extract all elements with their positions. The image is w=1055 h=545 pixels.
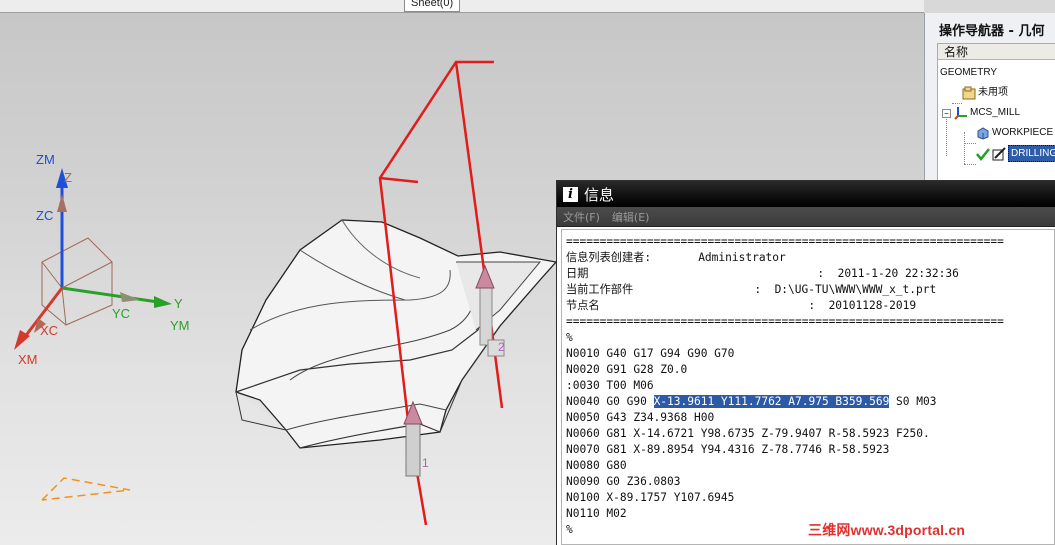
tree-connector bbox=[964, 164, 976, 165]
info-part-line: 当前工作部件 : D:\UG-TU\WWW\WWW_x_t.prt bbox=[566, 283, 937, 296]
point-label-2: 2 bbox=[498, 340, 505, 354]
info-icon: i bbox=[563, 186, 578, 202]
tree-item-geometry[interactable]: GEOMETRY bbox=[940, 64, 997, 82]
workpiece-icon bbox=[976, 126, 990, 140]
tree-item-label: DRILLING bbox=[1008, 145, 1055, 162]
nc-line-prefix: N0040 G0 G90 bbox=[566, 395, 654, 408]
nc-line: N0010 G40 G17 G94 G90 G70 bbox=[566, 347, 735, 360]
z-axis-cone bbox=[57, 194, 67, 212]
nc-line: :0030 T00 M06 bbox=[566, 379, 654, 392]
info-window-titlebar[interactable]: i 信息 bbox=[557, 181, 1055, 207]
separator-line: ========================================… bbox=[566, 235, 1004, 248]
y-axis bbox=[61, 286, 172, 308]
part-model bbox=[235, 219, 558, 449]
nc-line: % bbox=[566, 331, 573, 344]
nc-line-highlighted: N0040 G0 G90 X-13.9611 Y111.7762 A7.975 … bbox=[566, 394, 1054, 410]
yc-label: YC bbox=[112, 306, 131, 321]
tree-item-drilling[interactable]: DRILLING bbox=[976, 145, 1055, 163]
menu-edit[interactable]: 编辑(E) bbox=[612, 209, 650, 225]
xc-label: XC bbox=[40, 323, 59, 338]
info-window[interactable]: i 信息 文件(F) 编辑(E) =======================… bbox=[556, 180, 1055, 545]
wcs-box bbox=[41, 237, 113, 326]
dashed-triangle bbox=[41, 477, 131, 501]
menu-file[interactable]: 文件(F) bbox=[563, 209, 600, 225]
tree-item-label: GEOMETRY bbox=[940, 67, 998, 78]
nc-line: N0090 G0 Z36.0803 bbox=[566, 475, 681, 488]
tree-item-workpiece[interactable]: WORKPIECE bbox=[976, 124, 1053, 142]
nc-line: N0060 G81 X-14.6721 Y98.6735 Z-79.9407 R… bbox=[566, 427, 930, 440]
tree-item-mcs-mill[interactable]: MCS_MILL bbox=[954, 104, 1020, 122]
drilling-op-icon bbox=[992, 146, 1006, 161]
z-label: Z bbox=[64, 170, 72, 185]
nc-line: N0080 G80 bbox=[566, 459, 627, 472]
nc-line: N0050 G43 Z34.9368 H00 bbox=[566, 411, 715, 424]
y-label: Y bbox=[174, 296, 183, 311]
info-window-title: 信息 bbox=[584, 185, 615, 204]
y-axis-cone bbox=[120, 292, 140, 302]
zc-label: ZC bbox=[36, 208, 54, 223]
watermark: 三维网www.3dportal.cn bbox=[808, 522, 966, 538]
navigator-tree[interactable]: 名称 GEOMETRY 未用项 − MCS_MILL WORKPIECE DRI… bbox=[937, 43, 1055, 183]
tree-item-unused[interactable]: 未用项 bbox=[962, 84, 1008, 102]
tree-connector bbox=[964, 143, 976, 144]
tree-item-label: WORKPIECE bbox=[992, 127, 1054, 138]
info-text-area[interactable]: ========================================… bbox=[561, 229, 1055, 545]
info-date-line: 日期 : 2011-1-20 22:32:36 bbox=[566, 267, 959, 280]
nc-line: N0070 G81 X-89.8954 Y94.4316 Z-78.7746 R… bbox=[566, 443, 890, 456]
nc-line-suffix: S0 M03 bbox=[889, 395, 937, 408]
column-header-name[interactable]: 名称 bbox=[938, 44, 1055, 60]
xm-label: XM bbox=[18, 352, 38, 367]
tree-item-label: MCS_MILL bbox=[970, 107, 1021, 118]
nc-line: N0020 G91 G28 Z0.0 bbox=[566, 363, 688, 376]
ym-label: YM bbox=[170, 318, 190, 333]
text-selection[interactable]: X-13.9611 Y111.7762 A7.975 B359.569 bbox=[653, 395, 890, 408]
point-label-1: 1 bbox=[422, 456, 429, 470]
info-menubar: 文件(F) 编辑(E) bbox=[557, 207, 1055, 227]
tree-connector bbox=[964, 132, 965, 164]
navigator-title: 操作导航器 - 几何 bbox=[939, 24, 1045, 39]
checkmark-icon bbox=[976, 147, 990, 161]
z-axis bbox=[56, 168, 68, 288]
info-node-line: 节点名 : 20101128-2019 bbox=[566, 299, 917, 312]
tree-item-label: 未用项 bbox=[978, 87, 1008, 98]
info-creator-line: 信息列表创建者: Administrator bbox=[566, 251, 786, 264]
folder-icon bbox=[962, 86, 976, 100]
tree-connector bbox=[946, 116, 947, 156]
zm-label: ZM bbox=[36, 152, 55, 167]
collapse-icon[interactable]: − bbox=[942, 109, 951, 118]
nc-line: N0100 X-89.1757 Y107.6945 bbox=[566, 491, 735, 504]
separator-line: ========================================… bbox=[566, 315, 1004, 328]
csys-icon bbox=[954, 106, 968, 120]
